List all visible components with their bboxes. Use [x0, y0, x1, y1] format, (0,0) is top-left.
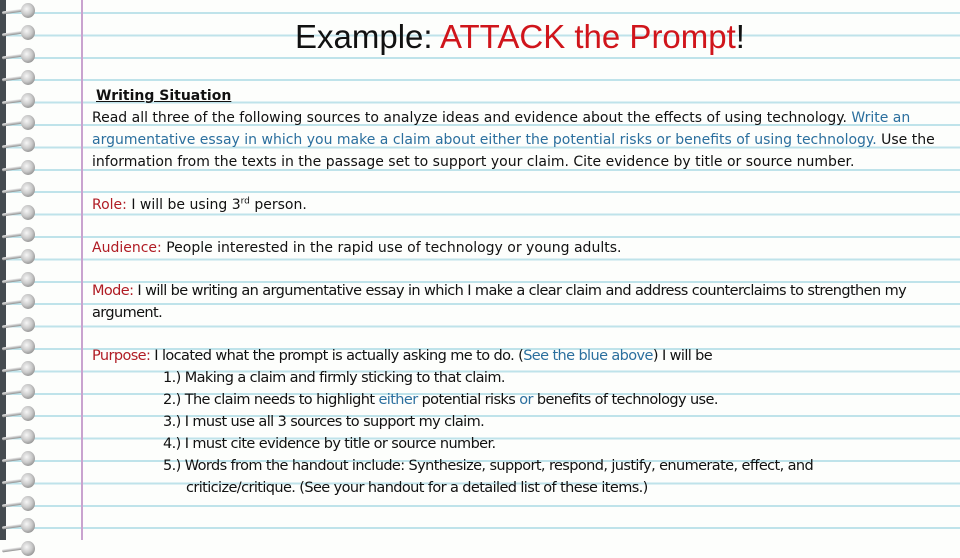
writing-situation-heading: Writing Situation	[96, 88, 232, 104]
mode-text: I will be writing an argumentative essay…	[92, 283, 907, 321]
spiral-ring-icon	[1, 226, 36, 244]
mode-label: Mode:	[92, 283, 134, 299]
spiral-ring-icon	[1, 517, 36, 535]
purpose-text-2: ) I will be	[652, 348, 713, 364]
spiral-ring-icon	[1, 181, 36, 199]
spiral-ring-icon	[1, 540, 36, 558]
mode-line: Mode: I will be writing an argumentative…	[92, 280, 952, 324]
role-label: Role:	[92, 197, 127, 213]
list-item-continuation: criticize/critique. (See your handout fo…	[186, 480, 648, 496]
title-prefix: Example:	[295, 18, 440, 55]
spiral-ring-icon	[1, 495, 36, 513]
audience-label: Audience:	[92, 240, 162, 256]
document-body: Writing Situation Read all three of the …	[92, 85, 952, 499]
prompt-text-1: Read all three of the following sources …	[92, 110, 852, 126]
purpose-text-1: I located what the prompt is actually as…	[150, 348, 524, 364]
spiral-ring-icon	[1, 293, 36, 311]
list-item: 5.) Words from the handout include: Synt…	[163, 458, 814, 474]
spiral-ring-icon	[1, 405, 36, 423]
spiral-ring-icon	[1, 316, 36, 334]
page-title: Example: ATTACK the Prompt!	[0, 18, 960, 56]
purpose-text-highlighted: See the blue above	[523, 348, 653, 364]
margin-line	[81, 0, 83, 540]
spiral-ring-icon	[1, 383, 36, 401]
spiral-ring-icon	[1, 360, 36, 378]
list-item-text: benefits of technology use.	[532, 392, 719, 408]
spiral-ring-icon	[1, 472, 36, 490]
list-item-highlight: either	[378, 392, 418, 408]
audience-text: People interested in the rapid use of te…	[161, 240, 622, 256]
spiral-ring-icon	[1, 69, 36, 87]
role-line: Role: I will be using 3rd person.	[92, 194, 952, 216]
spiral-ring-icon	[1, 450, 36, 468]
audience-line: Audience: People interested in the rapid…	[92, 237, 952, 259]
purpose-section: Purpose: I located what the prompt is ac…	[92, 345, 952, 499]
purpose-label: Purpose:	[92, 348, 151, 364]
spiral-ring-icon	[1, 338, 36, 356]
list-item-highlight: or	[519, 392, 533, 408]
spiral-ring-icon	[1, 204, 36, 222]
list-item-text: potential risks	[417, 392, 520, 408]
writing-situation-text: Read all three of the following sources …	[92, 107, 952, 173]
spiral-ring-icon	[1, 271, 36, 289]
purpose-line: Purpose: I located what the prompt is ac…	[92, 345, 952, 367]
spiral-ring-icon	[1, 114, 36, 132]
role-superscript: rd	[240, 196, 250, 207]
role-text: I will be using 3	[126, 197, 241, 213]
title-highlight: ATTACK the Prompt	[439, 18, 736, 55]
list-item: 1.) Making a claim and firmly sticking t…	[163, 370, 505, 386]
spiral-ring-icon	[1, 92, 36, 110]
spiral-ring-icon	[1, 159, 36, 177]
role-text-end: person.	[249, 197, 307, 213]
title-suffix: !	[735, 18, 745, 55]
list-item-text: 2.) The claim needs to highlight	[163, 392, 379, 408]
spiral-ring-icon	[1, 136, 36, 154]
list-item: 2.) The claim needs to highlight either …	[92, 389, 952, 411]
spiral-ring-icon	[1, 248, 36, 266]
spiral-ring-icon	[1, 428, 36, 446]
list-item: 4.) I must cite evidence by title or sou…	[163, 436, 496, 452]
list-item: 3.) I must use all 3 sources to support …	[163, 414, 485, 430]
